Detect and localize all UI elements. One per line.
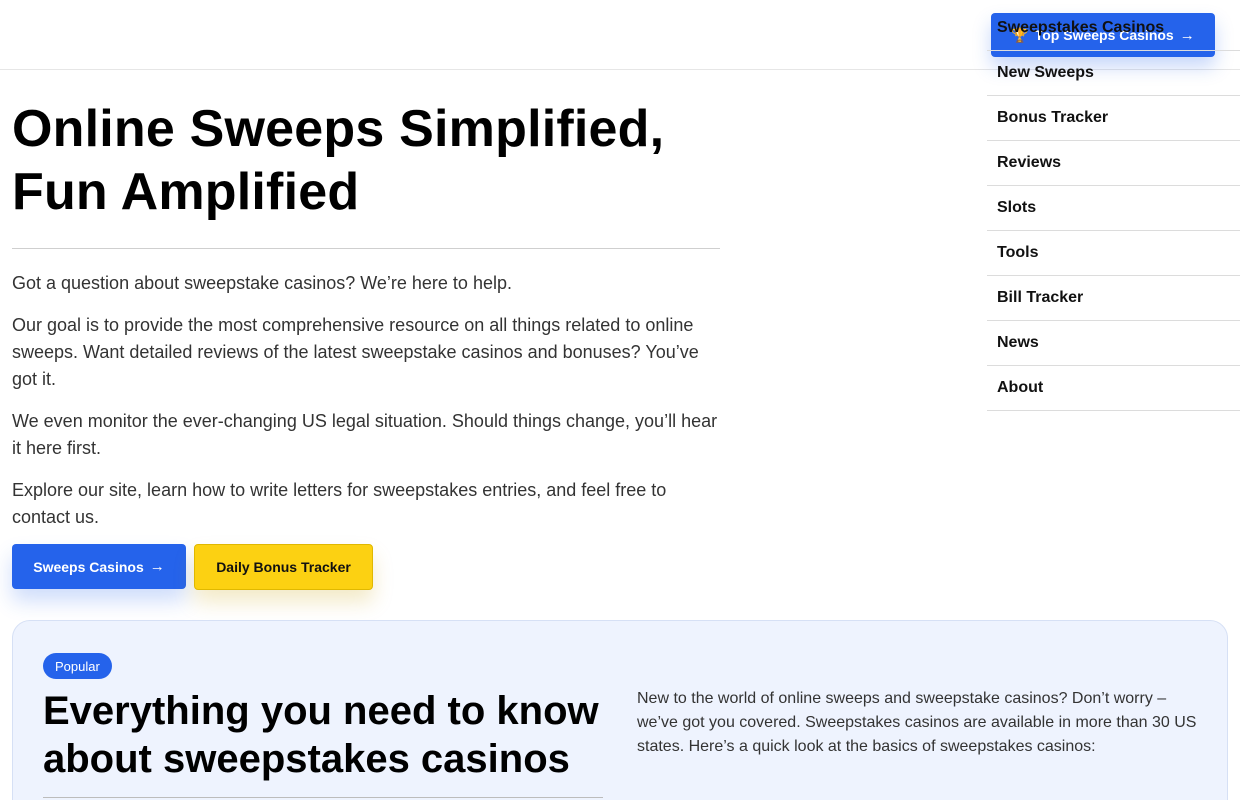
nav-item-sweepstakes-casinos[interactable]: Sweepstakes Casinos	[987, 6, 1240, 51]
hero-title-line-1: Online Sweeps Simplified,	[12, 100, 665, 158]
hero-paragraph-1: Got a question about sweepstake casinos?…	[12, 273, 512, 293]
daily-bonus-tracker-button[interactable]: Daily Bonus Tracker	[194, 544, 373, 590]
nav-item-news[interactable]: News	[987, 321, 1240, 366]
nav-item-slots[interactable]: Slots	[987, 186, 1240, 231]
card-divider	[43, 797, 603, 798]
hero-paragraph-4: Explore our site, learn how to write let…	[12, 480, 667, 527]
card-text: New to the world of online sweeps and sw…	[637, 690, 1197, 755]
hero-buttons: Sweeps Casinos → Daily Bonus Tracker	[12, 544, 373, 590]
nav-item-about[interactable]: About	[987, 366, 1240, 411]
sweeps-casinos-label: Sweeps Casinos	[33, 558, 144, 575]
daily-bonus-tracker-label: Daily Bonus Tracker	[216, 559, 351, 575]
hero-paragraph-3: We even monitor the ever-changing US leg…	[12, 411, 718, 458]
popular-badge: Popular	[43, 653, 112, 679]
hero-divider	[12, 248, 720, 249]
arrow-right-icon: →	[149, 558, 165, 575]
info-card: Popular Everything you need to know abou…	[12, 620, 1228, 800]
nav-item-bill-tracker[interactable]: Bill Tracker	[987, 276, 1240, 321]
nav-item-bonus-tracker[interactable]: Bonus Tracker	[987, 96, 1240, 141]
hero-paragraph-2: Our goal is to provide the most comprehe…	[12, 315, 699, 389]
hero-title-line-2: Fun Amplified	[12, 163, 360, 221]
nav-item-new-sweeps[interactable]: New Sweeps	[987, 51, 1240, 96]
hero-section: Online Sweeps Simplified, Fun Amplified …	[12, 98, 720, 531]
nav-menu: Sweepstakes Casinos New Sweeps Bonus Tra…	[987, 6, 1240, 411]
card-title: Everything you need to know about sweeps…	[43, 689, 599, 781]
nav-item-tools[interactable]: Tools	[987, 231, 1240, 276]
nav-item-reviews[interactable]: Reviews	[987, 141, 1240, 186]
sweeps-casinos-button[interactable]: Sweeps Casinos →	[12, 544, 186, 589]
hero-title: Online Sweeps Simplified, Fun Amplified	[12, 98, 720, 224]
